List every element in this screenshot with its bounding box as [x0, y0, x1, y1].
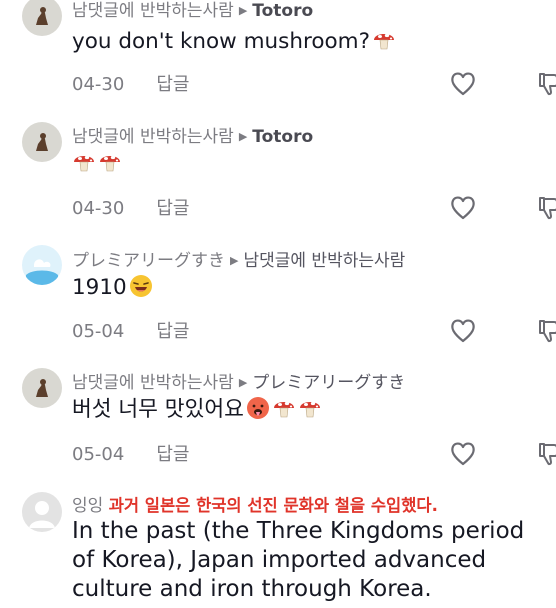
heart-icon[interactable]	[449, 440, 477, 466]
hot-face-emoji-icon	[246, 397, 269, 419]
comment-author[interactable]: 남댓글에 반박하는사람	[72, 127, 234, 147]
reply-arrow-icon: ▶	[238, 376, 248, 389]
korean-annotation: 과거 일본은 한국의 선진 문화와 철을 수입했다.	[108, 496, 438, 515]
comment-text-content: 버섯 너무 맛있어요	[72, 397, 244, 422]
comment-header: 남댓글에 반박하는사람 ▶ Totoro	[72, 0, 313, 21]
reply-target[interactable]: Totoro	[252, 127, 313, 147]
comment-date: 04-30	[72, 198, 125, 219]
comment-text-content: 1910	[72, 275, 127, 300]
thumb-down-icon[interactable]	[537, 441, 556, 467]
comment-date: 04-30	[72, 74, 125, 95]
comment-author[interactable]: 남댓글에 반박하는사람	[72, 1, 234, 21]
comment-date: 05-04	[72, 444, 125, 465]
reply-button[interactable]: 답글	[156, 74, 189, 95]
owl-avatar-icon[interactable]	[22, 368, 62, 408]
english-annotation: In the past (the Three Kingdoms period o…	[72, 517, 556, 604]
mushroom-icon	[373, 33, 395, 50]
english-line: culture and iron through Korea.	[72, 576, 432, 602]
comment-header: 잉잉 과거 일본은 한국의 선진 문화와 철을 수입했다.	[72, 491, 438, 516]
heart-icon[interactable]	[449, 194, 477, 220]
comment-text: 버섯 너무 맛있어요	[72, 396, 322, 424]
mushroom-icon	[73, 155, 95, 172]
reply-arrow-icon: ▶	[230, 254, 239, 267]
thumb-down-icon[interactable]	[537, 318, 556, 344]
reply-target[interactable]: プレミアリーグすき	[252, 373, 405, 393]
comment-author[interactable]: 잉잉	[72, 496, 103, 516]
mushroom-icon	[299, 401, 321, 418]
comment-meta: 04-30 답글	[72, 194, 189, 220]
reply-arrow-icon: ▶	[238, 4, 248, 17]
english-line: of Korea), Japan imported advanced	[72, 547, 487, 573]
owl-avatar-icon[interactable]	[22, 0, 62, 36]
reply-button[interactable]: 답글	[156, 321, 189, 342]
comment-header: プレミアリーグすき ▶ 남댓글에 반박하는사람	[72, 246, 405, 271]
mushroom-icon	[99, 155, 121, 172]
reply-target[interactable]: 남댓글에 반박하는사람	[243, 251, 405, 271]
comment-text: you don't know mushroom?	[72, 28, 396, 56]
comment-date: 05-04	[72, 321, 125, 342]
comment-meta: 05-04 답글	[72, 440, 189, 466]
thumb-down-icon[interactable]	[537, 71, 556, 97]
reply-target[interactable]: Totoro	[252, 1, 313, 21]
reply-button[interactable]: 답글	[156, 198, 189, 219]
reply-arrow-icon: ▶	[238, 130, 248, 143]
comment-text	[72, 150, 122, 178]
default-avatar-icon[interactable]	[22, 492, 62, 532]
reply-button[interactable]: 답글	[156, 444, 189, 465]
heart-icon[interactable]	[449, 317, 477, 343]
heart-icon[interactable]	[449, 70, 477, 96]
english-line: In the past (the Three Kingdoms period	[72, 518, 525, 544]
comment-text: 1910	[72, 274, 153, 302]
comment-meta: 05-04 답글	[72, 317, 189, 343]
laughing-emoji-icon	[129, 275, 152, 297]
comment-author[interactable]: 남댓글에 반박하는사람	[72, 373, 234, 393]
comment-author[interactable]: プレミアリーグすき	[72, 251, 225, 271]
comment-header: 남댓글에 반박하는사람 ▶ プレミアリーグすき	[72, 368, 405, 393]
owl-avatar-icon[interactable]	[22, 122, 62, 162]
mushroom-icon	[273, 401, 295, 418]
comment-meta: 04-30 답글	[72, 70, 189, 96]
comment-text-content: you don't know mushroom?	[72, 29, 371, 54]
comment-header: 남댓글에 반박하는사람 ▶ Totoro	[72, 122, 313, 147]
cloud-avatar-icon[interactable]	[22, 245, 62, 285]
thumb-down-icon[interactable]	[537, 195, 556, 221]
